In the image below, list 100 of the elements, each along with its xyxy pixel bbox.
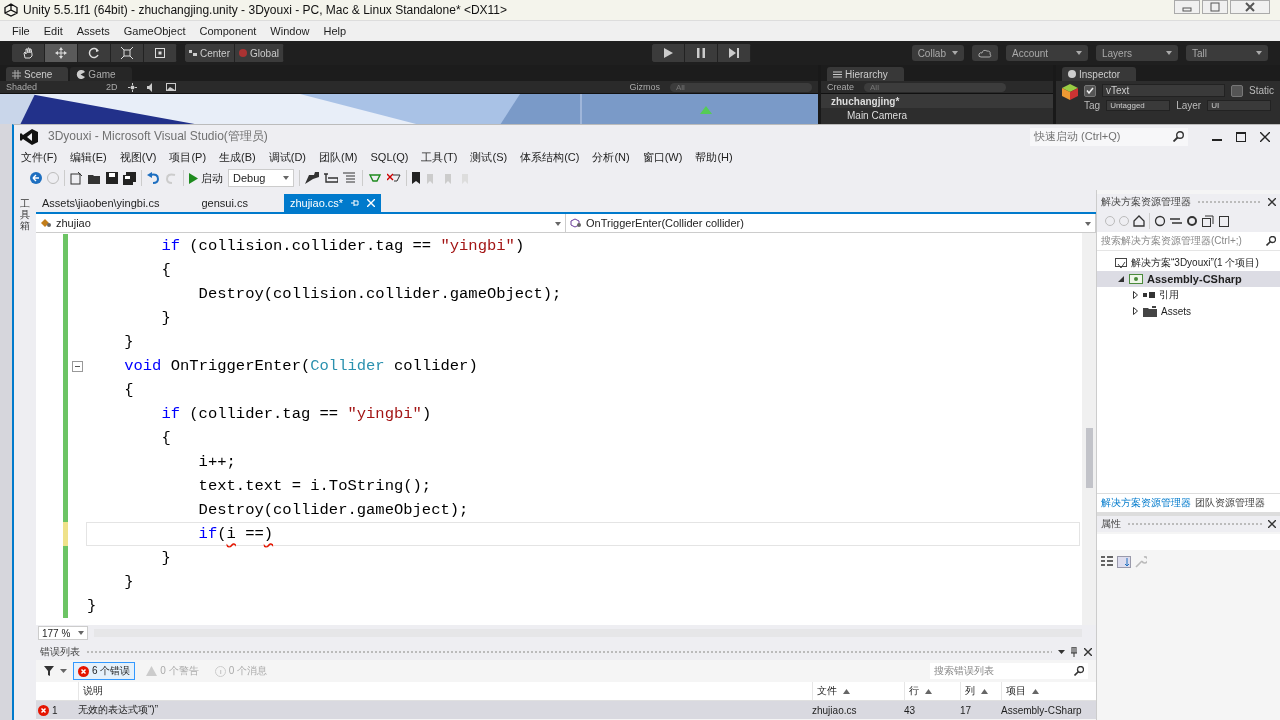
indent-icon (324, 172, 338, 184)
save-icon (106, 172, 118, 184)
search-field[interactable]: 搜索解决方案资源管理器(Ctrl+;) (1097, 232, 1280, 251)
column-header[interactable]: 列 (960, 682, 1001, 700)
start-button[interactable]: 启动 (189, 170, 223, 186)
name-field[interactable]: vText (1102, 84, 1225, 97)
menu-item[interactable]: 帮助(H) (695, 149, 733, 165)
panel-tab[interactable]: 团队资源管理器 (1195, 496, 1265, 510)
filter-button[interactable]: 6 个错误 (73, 662, 136, 680)
close-icon[interactable] (1260, 131, 1270, 142)
globe-icon (239, 49, 247, 57)
column-header[interactable]: 说明 (78, 682, 812, 700)
search-field[interactable]: 搜索错误列表 (930, 663, 1088, 679)
tool-button[interactable] (12, 44, 45, 62)
menu-item[interactable]: 视图(V) (119, 149, 157, 165)
check-icon (1086, 87, 1094, 94)
home-icon (1133, 215, 1145, 227)
cloud-button[interactable] (972, 45, 998, 61)
rotate-icon (88, 47, 100, 59)
menu-item[interactable]: 体系结构(C) (520, 149, 580, 165)
document-tab[interactable]: zhujiao.cs* (283, 194, 382, 212)
scene-item[interactable]: zhuchangjing* (821, 94, 1053, 108)
tree-item[interactable]: Assembly-CSharp (1097, 271, 1280, 287)
step-icon (728, 48, 739, 58)
zoom-dropdown[interactable]: 177 % (38, 626, 89, 640)
menu-item[interactable]: File (12, 25, 30, 37)
menu-item[interactable]: Window (270, 25, 310, 37)
list-icon (833, 70, 842, 78)
menu-item[interactable]: 调试(D) (268, 149, 306, 165)
type-dropdown[interactable]: zhujiao (36, 214, 566, 232)
tag-label: Tag (1084, 100, 1101, 111)
dropdown-button[interactable]: Tall (1186, 45, 1268, 61)
menu-item[interactable]: Help (323, 25, 347, 37)
configuration-dropdown[interactable]: Debug (228, 169, 294, 187)
gizmos-dropdown[interactable]: Gizmos (629, 82, 660, 92)
collab-button[interactable]: Collab (911, 45, 964, 61)
close-icon[interactable] (1230, 0, 1270, 14)
menu-item[interactable]: Edit (43, 25, 63, 37)
static-label: Static (1249, 85, 1274, 96)
document-tab[interactable]: gensui.cs (195, 194, 254, 212)
panel-tab[interactable]: Inspector (1062, 67, 1137, 81)
code-line: if (collision.collider.tag == "yingbi") (160, 236, 526, 257)
open-file-icon (88, 172, 101, 184)
menu-item[interactable]: 测试(S) (470, 149, 508, 165)
column-header[interactable]: 文件 (812, 682, 904, 700)
close-icon (1084, 648, 1092, 656)
panel-tab[interactable]: Hierarchy (827, 67, 904, 81)
mode-toggle[interactable]: 2D (106, 82, 118, 92)
panel-tab[interactable]: Scene (6, 67, 69, 81)
menu-item[interactable]: 工具(T) (421, 149, 458, 165)
panel-title: 解决方案资源管理器 (1101, 195, 1191, 209)
tag-dropdown[interactable]: Untagged (1106, 100, 1171, 111)
create-dropdown[interactable]: Create (827, 82, 854, 92)
menu-item[interactable]: SQL(Q) (370, 151, 409, 163)
collapse-icon[interactable] (71, 360, 83, 372)
menu-item[interactable]: 分析(N) (592, 149, 630, 165)
menu-item[interactable]: GameObject (123, 25, 186, 37)
outdent-icon (343, 172, 357, 184)
pivot-button[interactable]: Center (185, 44, 235, 62)
menu-item[interactable]: 窗口(W) (642, 149, 683, 165)
menu-item[interactable]: Assets (76, 25, 110, 37)
tree-item[interactable]: 解决方案“3Dyouxi”(1 个项目) (1097, 255, 1280, 271)
sort-icon (1032, 688, 1039, 694)
layer-dropdown[interactable]: UI (1207, 100, 1272, 111)
warning-icon (146, 666, 158, 676)
close-icon (367, 199, 376, 207)
caret-icon (1085, 221, 1091, 226)
hierarchy-item[interactable]: Main Camera (821, 108, 1053, 122)
move-icon (55, 47, 67, 59)
wrench-icon (1135, 556, 1147, 568)
tool-button[interactable] (45, 44, 78, 62)
tree-item[interactable]: Assets (1097, 303, 1280, 319)
error-icon (78, 665, 89, 677)
menu-item[interactable]: 文件(F) (21, 149, 58, 165)
quick-launch-field[interactable]: 快速启动 (Ctrl+Q) (1030, 127, 1188, 146)
menu-item[interactable]: 项目(P) (169, 149, 207, 165)
uncomment-icon (387, 172, 401, 184)
play-icon (189, 172, 198, 184)
find-icon (305, 172, 319, 184)
error-row[interactable]: 1 无效的表达式项“)” zhujiao.cs 43 17 Assembly-CSharp (36, 701, 1096, 719)
vertical-scrollbar[interactable] (1082, 233, 1096, 625)
dropdown-button[interactable]: Layers (1096, 45, 1178, 61)
menu-item[interactable]: 生成(B) (219, 149, 256, 165)
active-checkbox[interactable] (1084, 84, 1096, 97)
menu-item[interactable]: 编辑(E) (70, 149, 107, 165)
document-tab[interactable]: Assets\jiaoben\yingbi.cs (36, 194, 166, 212)
tree-item[interactable]: 引用 (1097, 287, 1280, 303)
code-line: } (123, 572, 135, 593)
play-button[interactable] (651, 44, 685, 62)
column-header[interactable]: 行 (904, 682, 960, 700)
menu-item[interactable]: 团队(M) (319, 149, 358, 165)
toolbox-tab[interactable]: 工具箱 (20, 198, 30, 720)
caret-icon (952, 51, 958, 55)
shading-dropdown[interactable]: Shaded (6, 82, 96, 92)
static-checkbox[interactable] (1231, 84, 1243, 97)
maximize-icon[interactable] (1236, 131, 1246, 142)
dropdown-button[interactable]: Account (1006, 45, 1088, 61)
panel-tab[interactable]: Game (70, 67, 132, 81)
panel-tab[interactable]: 解决方案资源管理器 (1101, 496, 1191, 510)
menu-item[interactable]: Component (199, 25, 257, 37)
